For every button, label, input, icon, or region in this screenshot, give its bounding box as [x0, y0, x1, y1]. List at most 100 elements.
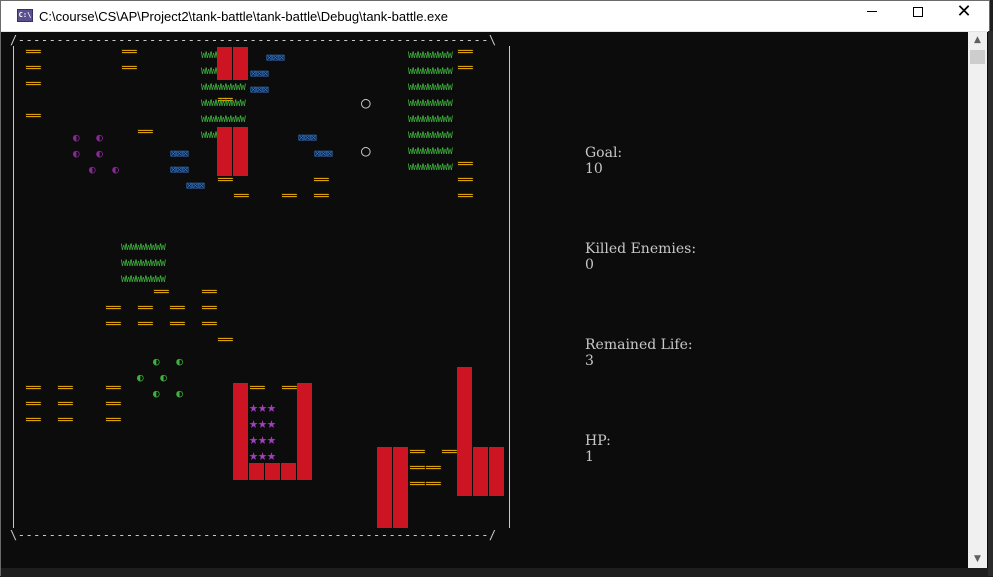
- steel-wall: [233, 127, 249, 176]
- brick-wall: ══: [282, 381, 297, 396]
- brick-wall: ══: [250, 381, 265, 396]
- brick-wall: ══: [26, 381, 41, 396]
- maximize-icon: [913, 6, 923, 17]
- scroll-up-arrow-icon[interactable]: ▲: [968, 32, 987, 49]
- board-bottom-border: \---------------------------------------…: [10, 528, 497, 542]
- maximize-button[interactable]: [895, 1, 941, 32]
- steel-wall: [217, 47, 233, 80]
- grass-tile: WWWWWWWWW: [121, 275, 166, 285]
- base-star: ★★★: [249, 430, 277, 448]
- water-tile: ⊠⊠⊠: [170, 147, 189, 160]
- brick-wall: ══: [202, 301, 217, 316]
- brick-wall: ══: [410, 477, 425, 492]
- brick-wall: ══: [26, 397, 41, 412]
- bullet: ○: [361, 93, 371, 112]
- steel-wall: [281, 463, 297, 480]
- water-tile: ⊠⊠⊠: [186, 179, 205, 192]
- brick-wall: ══: [106, 413, 121, 428]
- console-app-icon: C:\: [17, 9, 33, 22]
- water-tile: ⊠⊠⊠: [266, 51, 285, 64]
- grass-tile: WWWWWWWWW: [408, 83, 453, 93]
- brick-wall: ══: [458, 61, 473, 76]
- brick-wall: ══: [170, 317, 185, 332]
- enemy-tank: ◐ ◐: [89, 163, 124, 176]
- brick-wall: ══: [410, 461, 425, 476]
- water-tile: ⊠⊠⊠: [250, 67, 269, 80]
- brick-wall: ══: [154, 285, 169, 300]
- steel-wall: [393, 447, 409, 528]
- steel-wall: [473, 447, 489, 496]
- brick-wall: ══: [314, 189, 329, 204]
- brick-wall: ══: [314, 173, 329, 188]
- grass-tile: WWWWWWWWW: [408, 51, 453, 61]
- steel-wall: [217, 127, 233, 176]
- brick-wall: ══: [58, 397, 73, 412]
- goal-value: 10: [585, 161, 603, 177]
- enemy-tank: ◐ ◐: [73, 147, 108, 160]
- brick-wall: ══: [202, 285, 217, 300]
- killed-enemies-label: Killed Enemies:: [585, 241, 697, 257]
- water-tile: ⊠⊠⊠: [298, 131, 317, 144]
- water-tile: ⊠⊠⊠: [170, 163, 189, 176]
- brick-wall: ══: [138, 317, 153, 332]
- minimize-icon: [867, 11, 877, 12]
- brick-wall: ══: [426, 461, 441, 476]
- board-left-border: [13, 46, 14, 528]
- base-star: ★★★: [249, 414, 277, 432]
- brick-wall: ══: [458, 173, 473, 188]
- board-right-border: [509, 46, 510, 528]
- grass-tile: WWWWWWWWW: [408, 131, 453, 141]
- brick-wall: ══: [202, 317, 217, 332]
- grass-tile: WWWWWWWWW: [201, 83, 246, 93]
- brick-wall: ══: [106, 397, 121, 412]
- base-star: ★★★: [249, 446, 277, 464]
- brick-wall: ══: [282, 189, 297, 204]
- hp-label: HP:: [585, 433, 611, 449]
- console-area: /---------------------------------------…: [2, 32, 968, 568]
- grass-tile: WWWWWWWWW: [121, 243, 166, 253]
- scroll-down-arrow-icon[interactable]: ▼: [968, 551, 987, 568]
- steel-wall: [249, 463, 265, 480]
- grass-tile: WWWWWWWWW: [408, 67, 453, 77]
- steel-wall: [233, 383, 249, 480]
- killed-enemies-value: 0: [585, 257, 594, 273]
- grass-tile: WWWWWWWWW: [408, 99, 453, 109]
- steel-wall: [489, 447, 505, 496]
- brick-wall: ══: [26, 77, 41, 92]
- steel-wall: [297, 383, 313, 480]
- brick-wall: ══: [26, 413, 41, 428]
- brick-wall: ══: [58, 381, 73, 396]
- brick-wall: ══: [138, 125, 153, 140]
- vertical-scrollbar[interactable]: ▲ ▼: [968, 32, 987, 568]
- board-top-border: /---------------------------------------…: [10, 33, 497, 47]
- close-button[interactable]: ✕: [941, 1, 987, 32]
- close-icon: ✕: [956, 1, 972, 22]
- hp-value: 1: [585, 449, 594, 465]
- steel-wall: [377, 447, 393, 528]
- grass-tile: WWWWWWWWW: [201, 115, 246, 125]
- brick-wall: ══: [458, 189, 473, 204]
- brick-wall: ══: [218, 333, 233, 348]
- grass-tile: WWWWWWWWW: [408, 115, 453, 125]
- title-bar[interactable]: C:\ C:\course\CS\AP\Project2\tank-battle…: [1, 1, 989, 32]
- brick-wall: ══: [122, 45, 137, 60]
- brick-wall: ══: [26, 45, 41, 60]
- minimize-button[interactable]: [849, 1, 895, 32]
- brick-wall: ══: [106, 381, 121, 396]
- brick-wall: ══: [458, 157, 473, 172]
- brick-wall: ══: [442, 445, 457, 460]
- water-tile: ⊠⊠⊠: [250, 83, 269, 96]
- brick-wall: ══: [426, 477, 441, 492]
- scroll-thumb[interactable]: [970, 50, 985, 64]
- brick-wall: ══: [138, 301, 153, 316]
- grass-tile: WWWWWWWWW: [408, 163, 453, 173]
- player-tank: ◐ ◐: [137, 371, 172, 384]
- brick-wall: ══: [58, 413, 73, 428]
- brick-wall: ══: [170, 301, 185, 316]
- brick-wall: ══: [122, 61, 137, 76]
- brick-wall: ══: [106, 301, 121, 316]
- steel-wall: [233, 47, 249, 80]
- water-tile: ⊠⊠⊠: [314, 147, 333, 160]
- brick-wall: ══: [458, 45, 473, 60]
- grass-tile: WWWWWWWWW: [408, 147, 453, 157]
